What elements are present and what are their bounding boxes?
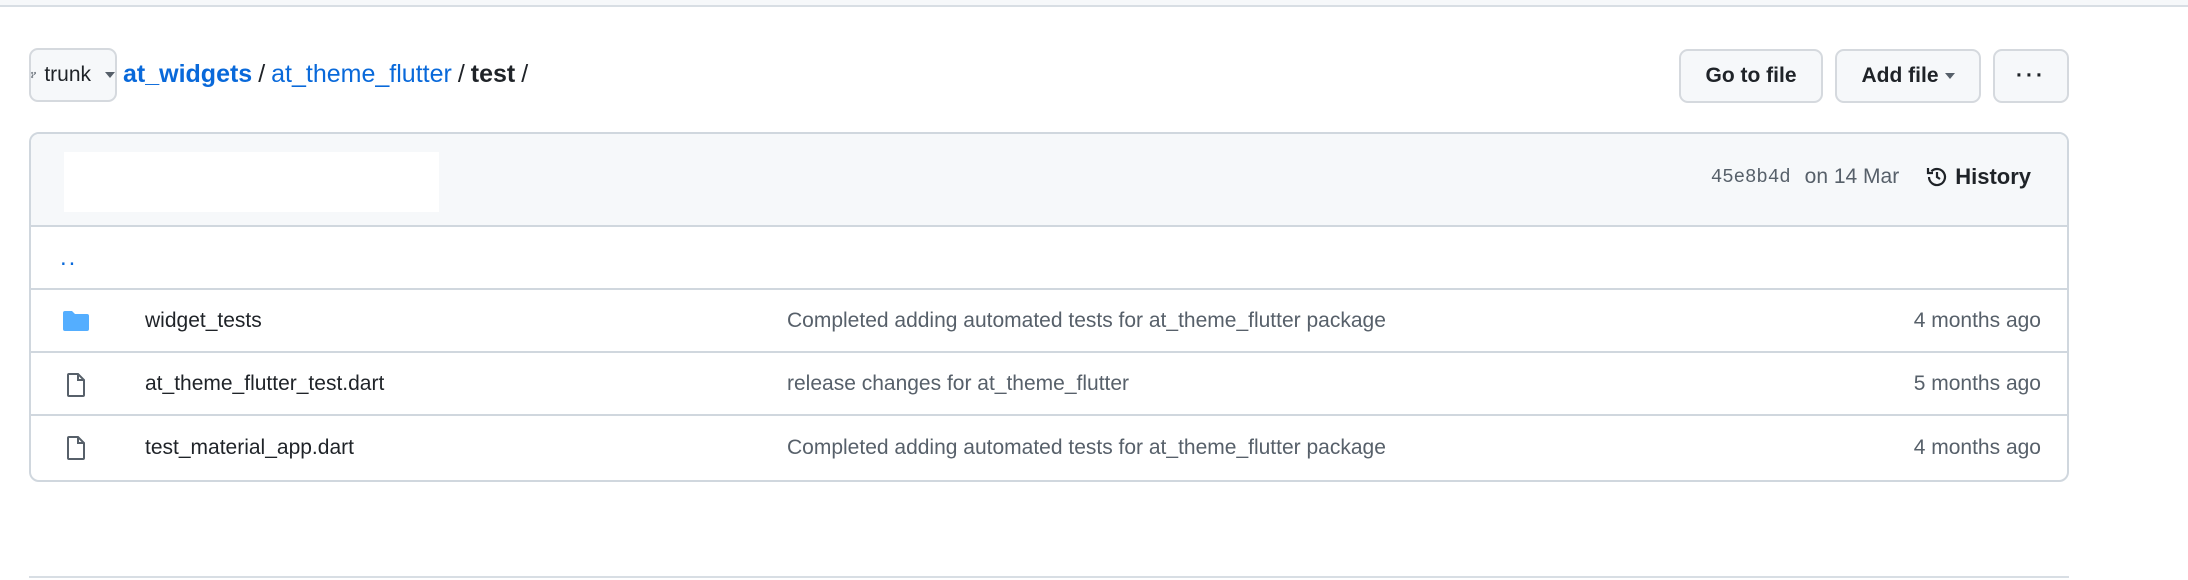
breadcrumb-separator: / <box>521 60 529 88</box>
file-name-link[interactable]: widget_tests <box>145 309 262 333</box>
latest-commit-bar: 45e8b4d on 14 Mar History <box>31 134 2067 227</box>
go-to-file-button[interactable]: Go to file <box>1679 49 1823 103</box>
commit-date: on 14 Mar <box>1804 165 1900 188</box>
file-row[interactable]: at_theme_flutter_test.dart release change… <box>31 353 2067 416</box>
breadcrumb-repo-link[interactable]: at_widgets <box>123 60 252 89</box>
parent-directory-link[interactable]: .. <box>31 227 2067 290</box>
commit-message-link[interactable]: Completed adding automated tests for at_… <box>787 436 1386 460</box>
top-border <box>0 0 2188 7</box>
history-icon <box>1927 167 1947 187</box>
commit-age: 4 months ago <box>1913 435 2041 459</box>
file-row[interactable]: widget_tests Completed adding automated t… <box>31 290 2067 353</box>
breadcrumb-current: test <box>470 60 516 88</box>
branch-name: trunk <box>44 63 91 86</box>
file-name-link[interactable]: test_material_app.dart <box>145 436 354 460</box>
file-icon <box>67 373 85 397</box>
commit-message-link[interactable]: Completed adding automated tests for at_… <box>787 309 1386 333</box>
commit-age: 5 months ago <box>1913 371 2041 395</box>
breadcrumb-separator: / <box>457 60 465 88</box>
breadcrumb-dir-link[interactable]: at_theme_flutter <box>271 60 452 89</box>
divider <box>29 576 2069 578</box>
history-label: History <box>1955 164 2031 189</box>
git-branch-icon <box>31 71 37 79</box>
commit-message-link[interactable]: release changes for at_theme_flutter <box>787 372 1129 396</box>
file-name-link[interactable]: at_theme_flutter_test.dart <box>145 372 384 396</box>
breadcrumb: at_widgets / at_theme_flutter / test / <box>123 60 528 89</box>
branch-selector-button[interactable]: trunk <box>29 48 117 102</box>
file-icon <box>67 436 85 460</box>
more-options-button[interactable]: ··· <box>1993 49 2069 103</box>
commit-message-area <box>64 152 439 212</box>
folder-icon <box>63 311 89 331</box>
chevron-down-icon <box>1944 73 1955 79</box>
add-file-button[interactable]: Add file <box>1835 49 1981 103</box>
commit-sha-link[interactable]: 45e8b4d <box>1711 166 1791 188</box>
add-file-label: Add file <box>1861 64 1939 87</box>
file-row[interactable]: test_material_app.dart Completed adding a… <box>31 416 2067 479</box>
breadcrumb-separator: / <box>258 60 266 88</box>
file-browser: 45e8b4d on 14 Mar History .. widget_test… <box>29 132 2069 482</box>
history-link[interactable]: History <box>1925 164 2031 190</box>
chevron-down-icon <box>105 72 115 78</box>
commit-age: 4 months ago <box>1913 308 2041 332</box>
